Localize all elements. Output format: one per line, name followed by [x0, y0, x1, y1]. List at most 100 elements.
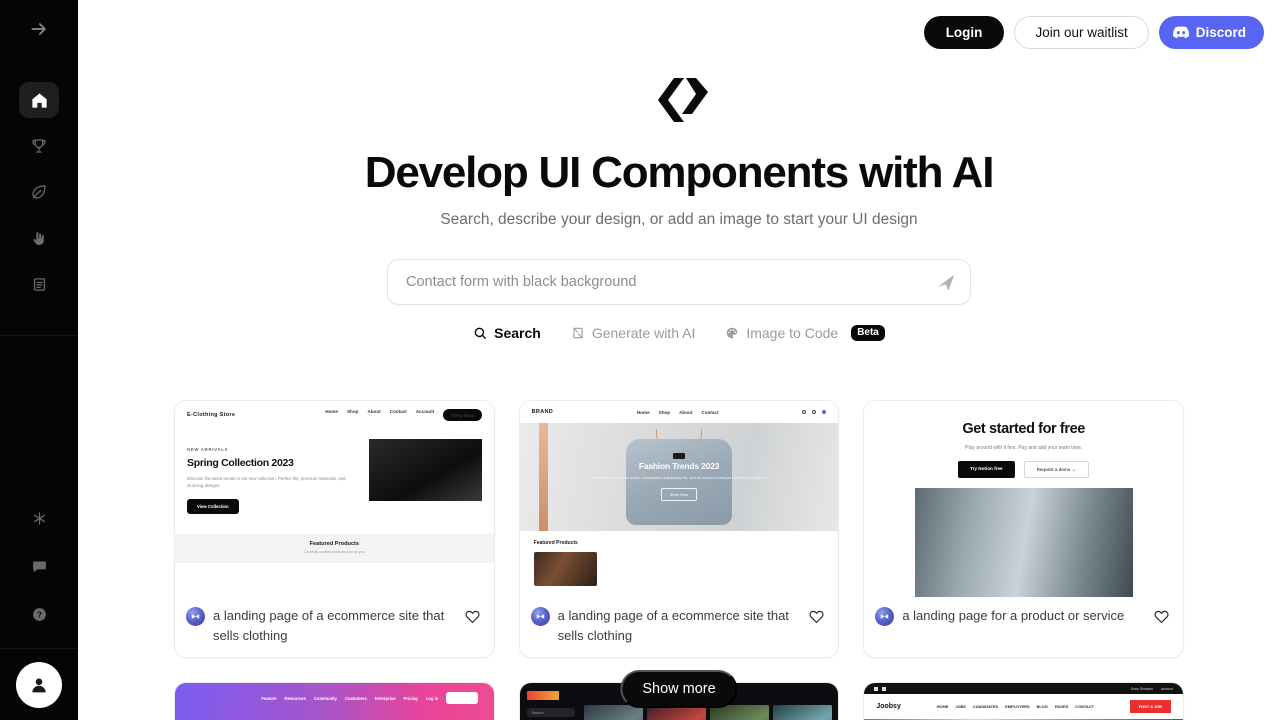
hero-section: Develop UI Components with AI Search, de…	[78, 0, 1280, 342]
search-input[interactable]	[387, 259, 971, 306]
page-title: Develop UI Components with AI	[364, 148, 995, 197]
preview-search: Search	[526, 708, 575, 718]
heart-icon	[809, 610, 824, 624]
preview-nav: Feature Resources Community Customers En…	[175, 692, 494, 705]
show-more-button[interactable]: Show more	[620, 670, 738, 708]
preview-nav: E-Clothing Store Home Shop About Contact…	[175, 401, 494, 429]
sparkle-icon	[33, 511, 45, 525]
social-icon	[874, 686, 879, 691]
sidebar-item-help[interactable]: ?	[19, 596, 59, 632]
main-content: Login Join our waitlist Discord Develop …	[78, 0, 1280, 720]
home-icon	[31, 93, 47, 108]
preview-nav-link: JOBS	[955, 704, 966, 710]
tab-image-to-code-label: Image to Code	[746, 325, 839, 342]
preview-eyebrow: NEW ARRIVALS	[187, 447, 229, 452]
preview-nav-link: EMPLOYERS	[1005, 704, 1030, 710]
search-area	[387, 259, 971, 306]
gallery-card[interactable]: Get started for free Play around with it…	[863, 400, 1184, 659]
search-icon	[474, 327, 487, 340]
preview-brand: E-Clothing Store	[187, 412, 236, 418]
preview-featured-title: Featured Products	[533, 540, 578, 546]
preview-hero-text: NEW ARRIVALS Spring Collection 2023 Disc…	[187, 439, 359, 514]
preview-brand: BRAND	[531, 409, 554, 415]
sidebar-item-explore[interactable]	[19, 174, 59, 210]
sidebar-item-saved[interactable]	[19, 220, 59, 256]
palette-icon	[727, 328, 738, 339]
send-button[interactable]	[935, 271, 957, 293]
preview-title: Fashion Trends 2023	[638, 460, 720, 471]
join-waitlist-button[interactable]: Join our waitlist	[1014, 16, 1149, 49]
gallery-card[interactable]: BRAND Home Shop About Contact Fashion Tr…	[518, 400, 840, 659]
card-caption: a landing page of a ecommerce site that …	[557, 608, 789, 644]
preview-cta-button: Shop Now	[443, 409, 482, 421]
gallery-card[interactable]: Sorry Simpson account Joobsy HOME JOBS C…	[863, 682, 1184, 720]
tab-generate-with-ai[interactable]: Generate with AI	[571, 325, 696, 342]
preview-nav-link: Shop	[658, 409, 671, 415]
card-preview: BRAND Home Shop About Contact Fashion Tr…	[519, 401, 839, 597]
preview-nav-link: CANDIDATES	[972, 704, 999, 710]
preview-hero-image	[914, 488, 1133, 597]
arrow-right-icon	[31, 23, 46, 35]
preview-nav-link: PAGES	[1054, 704, 1069, 710]
expand-sidebar-button[interactable]	[22, 16, 56, 42]
preview-hero-button: View Collection	[187, 498, 239, 514]
preview-primary-button: Try Notion free	[958, 461, 1015, 478]
heart-icon	[1154, 610, 1169, 624]
preview-ecommerce-clothing: E-Clothing Store Home Shop About Contact…	[175, 401, 494, 597]
like-button[interactable]	[1153, 608, 1171, 630]
discord-button-label: Discord	[1195, 25, 1246, 40]
trophy-icon	[32, 139, 46, 153]
preview-featured-title: Featured Products	[309, 540, 360, 547]
gallery-card[interactable]: Feature Resources Community Customers En…	[174, 682, 495, 720]
preview-featured-section: Featured Products	[520, 531, 839, 586]
tab-search[interactable]: Search	[473, 325, 541, 341]
preview-brand-fashion: BRAND Home Shop About Contact Fashion Tr…	[519, 401, 839, 597]
login-button[interactable]: Login	[923, 16, 1005, 49]
tab-search-label: Search	[494, 325, 541, 342]
preview-media-tile	[773, 705, 833, 720]
preview-nav-link: Account	[415, 409, 435, 414]
tab-generate-with-ai-label: Generate with AI	[591, 325, 696, 342]
preview-secondary-button: Request a demo →	[1023, 461, 1090, 478]
send-icon	[937, 274, 955, 291]
preview-nav-link: Community	[313, 695, 337, 701]
sidebar-item-whats-new[interactable]	[19, 500, 59, 536]
preview-nav-link: Resources	[284, 695, 306, 701]
heart-icon	[465, 610, 480, 624]
preview-nav-link: Enterprise	[374, 695, 396, 701]
butterfly-icon	[536, 614, 544, 619]
preview-hero-image: Fashion Trends 2023 Lorem ipsum dolor si…	[519, 423, 839, 531]
preview-nav: BRAND Home Shop About Contact	[520, 401, 839, 423]
sidebar-item-home[interactable]	[19, 82, 59, 118]
preview-account-link: account	[1161, 686, 1173, 691]
list-icon	[33, 277, 45, 291]
card-preview: Feature Resources Community Customers En…	[175, 683, 494, 720]
sidebar-item-trophy[interactable]	[19, 128, 59, 164]
avatar	[186, 607, 205, 626]
preview-nav-link: Home	[325, 409, 338, 414]
preview-nav-links: Home Shop About Contact	[637, 410, 719, 415]
tab-image-to-code[interactable]: Image to Code Beta	[725, 325, 885, 342]
preview-description: Lorem ipsum dolor sit amet, consectetur …	[590, 474, 768, 480]
preview-nav-link: Contact	[389, 409, 407, 414]
top-bar: Login Join our waitlist Discord	[923, 16, 1264, 49]
sidebar-item-feedback[interactable]	[19, 548, 59, 584]
gallery-card[interactable]: E-Clothing Store Home Shop About Contact…	[174, 400, 495, 659]
like-button[interactable]	[464, 608, 482, 630]
card-preview: Sorry Simpson account Joobsy HOME JOBS C…	[864, 683, 1183, 720]
user-icon	[812, 410, 817, 414]
sidebar-item-library[interactable]	[19, 266, 59, 302]
preview-sidebar: Search Home	[520, 683, 582, 720]
discord-button[interactable]: Discord	[1158, 16, 1264, 49]
preview-nav-link: Feature	[261, 695, 277, 701]
sidebar-account-avatar[interactable]	[16, 662, 62, 708]
page-subtitle: Search, describe your design, or add an …	[440, 211, 918, 229]
cart-badge-icon	[822, 410, 827, 414]
preview-account-area: Sorry Simpson account	[1131, 687, 1173, 691]
sidebar-nav	[19, 82, 59, 302]
like-button[interactable]	[808, 608, 826, 630]
magic-icon	[573, 328, 583, 339]
preview-featured-subtitle: Carefully curated products just for you	[304, 549, 365, 554]
butterfly-icon	[191, 614, 200, 619]
card-preview: E-Clothing Store Home Shop About Contact…	[175, 401, 494, 597]
